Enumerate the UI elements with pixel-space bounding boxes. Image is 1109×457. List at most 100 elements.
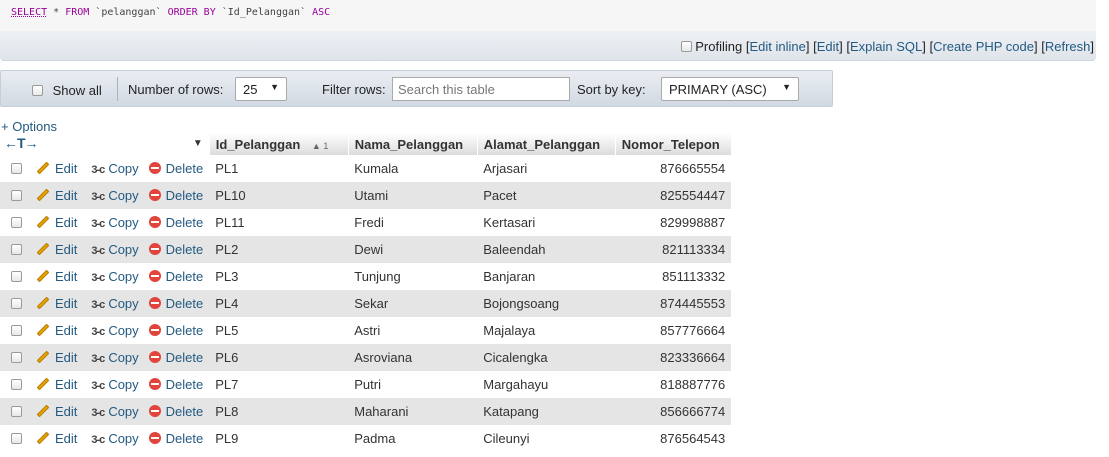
copy-row-button[interactable]: 3-c Copy	[91, 242, 138, 257]
delete-row-button[interactable]: Delete	[148, 296, 203, 311]
cell-nama-pelanggan[interactable]: Tunjung	[348, 263, 478, 290]
profiling-checkbox[interactable]	[680, 41, 692, 52]
table-row[interactable]: Edit 3-c Copy Delete PL10 Utami Pacet 825554447	[0, 182, 732, 209]
table-row[interactable]: Edit 3-c Copy Delete PL5 Astri Majalaya 8577766…	[0, 317, 732, 344]
delete-row-button[interactable]: Delete	[148, 269, 203, 284]
row-checkbox[interactable]	[11, 244, 22, 255]
copy-row-button[interactable]: 3-c Copy	[91, 350, 138, 365]
column-header-nama-pelanggan[interactable]: Nama_Pelanggan	[348, 133, 478, 155]
cell-alamat-pelanggan[interactable]: Arjasari	[477, 155, 616, 182]
options-link[interactable]: + Options	[1, 119, 57, 134]
delete-row-button[interactable]: Delete	[148, 188, 203, 203]
cell-nomor-telepon[interactable]: 856666774	[615, 398, 732, 425]
delete-row-button[interactable]: Delete	[148, 161, 203, 176]
copy-row-button[interactable]: 3-c Copy	[91, 269, 138, 284]
edit-row-button[interactable]: Edit	[36, 350, 77, 365]
row-checkbox[interactable]	[11, 433, 22, 444]
edit-row-button[interactable]: Edit	[36, 269, 77, 284]
table-row[interactable]: Edit 3-c Copy Delete PL11 Fredi Kertasari 82999…	[0, 209, 732, 236]
cell-id-pelanggan[interactable]: PL2	[209, 236, 349, 263]
cell-nomor-telepon[interactable]: 825554447	[615, 182, 732, 209]
column-header-alamat-pelanggan[interactable]: Alamat_Pelanggan	[477, 133, 616, 155]
cell-id-pelanggan[interactable]: PL7	[209, 371, 349, 398]
edit-row-button[interactable]: Edit	[36, 161, 77, 176]
cell-alamat-pelanggan[interactable]: Banjaran	[477, 263, 616, 290]
cell-id-pelanggan[interactable]: PL8	[209, 398, 349, 425]
cell-id-pelanggan[interactable]: PL4	[209, 290, 349, 317]
show-all-checkbox[interactable]	[32, 85, 43, 96]
copy-row-button[interactable]: 3-c Copy	[91, 188, 138, 203]
table-row[interactable]: Edit 3-c Copy Delete PL8 Maharani Katapang 8566…	[0, 398, 732, 425]
sql-select-keyword[interactable]: SELECT	[11, 7, 47, 18]
table-row[interactable]: Edit 3-c Copy Delete PL7 Putri Margahayu 818887…	[0, 371, 732, 398]
copy-row-button[interactable]: 3-c Copy	[91, 215, 138, 230]
filter-rows-input[interactable]	[392, 77, 570, 101]
cell-nama-pelanggan[interactable]: Kumala	[348, 155, 478, 182]
cell-id-pelanggan[interactable]: PL1	[209, 155, 349, 182]
cell-nomor-telepon[interactable]: 818887776	[615, 371, 732, 398]
cell-id-pelanggan[interactable]: PL5	[209, 317, 349, 344]
cell-nomor-telepon[interactable]: 876665554	[615, 155, 732, 182]
row-checkbox[interactable]	[11, 163, 22, 174]
row-checkbox[interactable]	[11, 217, 22, 228]
delete-row-button[interactable]: Delete	[148, 242, 203, 257]
edit-row-button[interactable]: Edit	[36, 431, 77, 446]
table-row[interactable]: Edit 3-c Copy Delete PL6 Asroviana Cicalengka 8…	[0, 344, 732, 371]
copy-row-button[interactable]: 3-c Copy	[91, 296, 138, 311]
cell-alamat-pelanggan[interactable]: Katapang	[477, 398, 616, 425]
cell-id-pelanggan[interactable]: PL10	[209, 182, 349, 209]
rows-select[interactable]: 25 ▼	[235, 77, 287, 101]
cell-alamat-pelanggan[interactable]: Margahayu	[477, 371, 616, 398]
cell-nama-pelanggan[interactable]: Utami	[348, 182, 478, 209]
table-row[interactable]: Edit 3-c Copy Delete PL4 Sekar Bojongsoang 8744…	[0, 290, 732, 317]
edit-row-button[interactable]: Edit	[36, 188, 77, 203]
row-checkbox[interactable]	[11, 379, 22, 390]
cell-alamat-pelanggan[interactable]: Baleendah	[477, 236, 616, 263]
row-checkbox[interactable]	[11, 352, 22, 363]
delete-row-button[interactable]: Delete	[148, 404, 203, 419]
row-checkbox[interactable]	[11, 271, 22, 282]
row-checkbox[interactable]	[11, 298, 22, 309]
cell-id-pelanggan[interactable]: PL6	[209, 344, 349, 371]
cell-nomor-telepon[interactable]: 823336664	[615, 344, 732, 371]
cell-nomor-telepon[interactable]: 821113334	[615, 236, 732, 263]
cell-alamat-pelanggan[interactable]: Kertasari	[477, 209, 616, 236]
column-header-id-pelanggan[interactable]: Id_Pelanggan ▲ 1	[209, 133, 349, 155]
edit-inline-link[interactable]: Edit inline	[749, 39, 805, 54]
cell-nama-pelanggan[interactable]: Putri	[348, 371, 478, 398]
delete-row-button[interactable]: Delete	[148, 431, 203, 446]
edit-row-button[interactable]: Edit	[36, 377, 77, 392]
row-checkbox[interactable]	[11, 406, 22, 417]
table-row[interactable]: Edit 3-c Copy Delete PL9 Padma Cileunyi 8765645…	[0, 425, 732, 452]
create-php-code-link[interactable]: Create PHP code	[933, 39, 1034, 54]
cell-nomor-telepon[interactable]: 851113332	[615, 263, 732, 290]
cell-nomor-telepon[interactable]: 874445553	[615, 290, 732, 317]
copy-row-button[interactable]: 3-c Copy	[91, 161, 138, 176]
cell-alamat-pelanggan[interactable]: Pacet	[477, 182, 616, 209]
sort-by-key-select[interactable]: PRIMARY (ASC) ▼	[661, 77, 799, 101]
table-row[interactable]: Edit 3-c Copy Delete PL2 Dewi Baleendah 8211133…	[0, 236, 732, 263]
delete-row-button[interactable]: Delete	[148, 215, 203, 230]
copy-row-button[interactable]: 3-c Copy	[91, 323, 138, 338]
cell-nama-pelanggan[interactable]: Astri	[348, 317, 478, 344]
explain-sql-link[interactable]: Explain SQL	[850, 39, 922, 54]
column-header-nomor-telepon[interactable]: Nomor_Telepon	[615, 133, 732, 155]
row-checkbox[interactable]	[11, 190, 22, 201]
edit-query-link[interactable]: Edit	[817, 39, 839, 54]
cell-nomor-telepon[interactable]: 857776664	[615, 317, 732, 344]
cell-nama-pelanggan[interactable]: Dewi	[348, 236, 478, 263]
cell-nama-pelanggan[interactable]: Maharani	[348, 398, 478, 425]
delete-row-button[interactable]: Delete	[148, 323, 203, 338]
action-menu-triangle-icon[interactable]: ▼	[193, 138, 203, 149]
table-row[interactable]: Edit 3-c Copy Delete PL1 Kumala Arjasari 876665…	[0, 155, 732, 182]
edit-row-button[interactable]: Edit	[36, 242, 77, 257]
cell-alamat-pelanggan[interactable]: Cileunyi	[477, 425, 616, 452]
edit-row-button[interactable]: Edit	[36, 296, 77, 311]
edit-row-button[interactable]: Edit	[36, 404, 77, 419]
cell-id-pelanggan[interactable]: PL11	[209, 209, 349, 236]
copy-row-button[interactable]: 3-c Copy	[91, 404, 138, 419]
cell-id-pelanggan[interactable]: PL9	[209, 425, 349, 452]
cell-nama-pelanggan[interactable]: Asroviana	[348, 344, 478, 371]
copy-row-button[interactable]: 3-c Copy	[91, 431, 138, 446]
cell-id-pelanggan[interactable]: PL3	[209, 263, 349, 290]
